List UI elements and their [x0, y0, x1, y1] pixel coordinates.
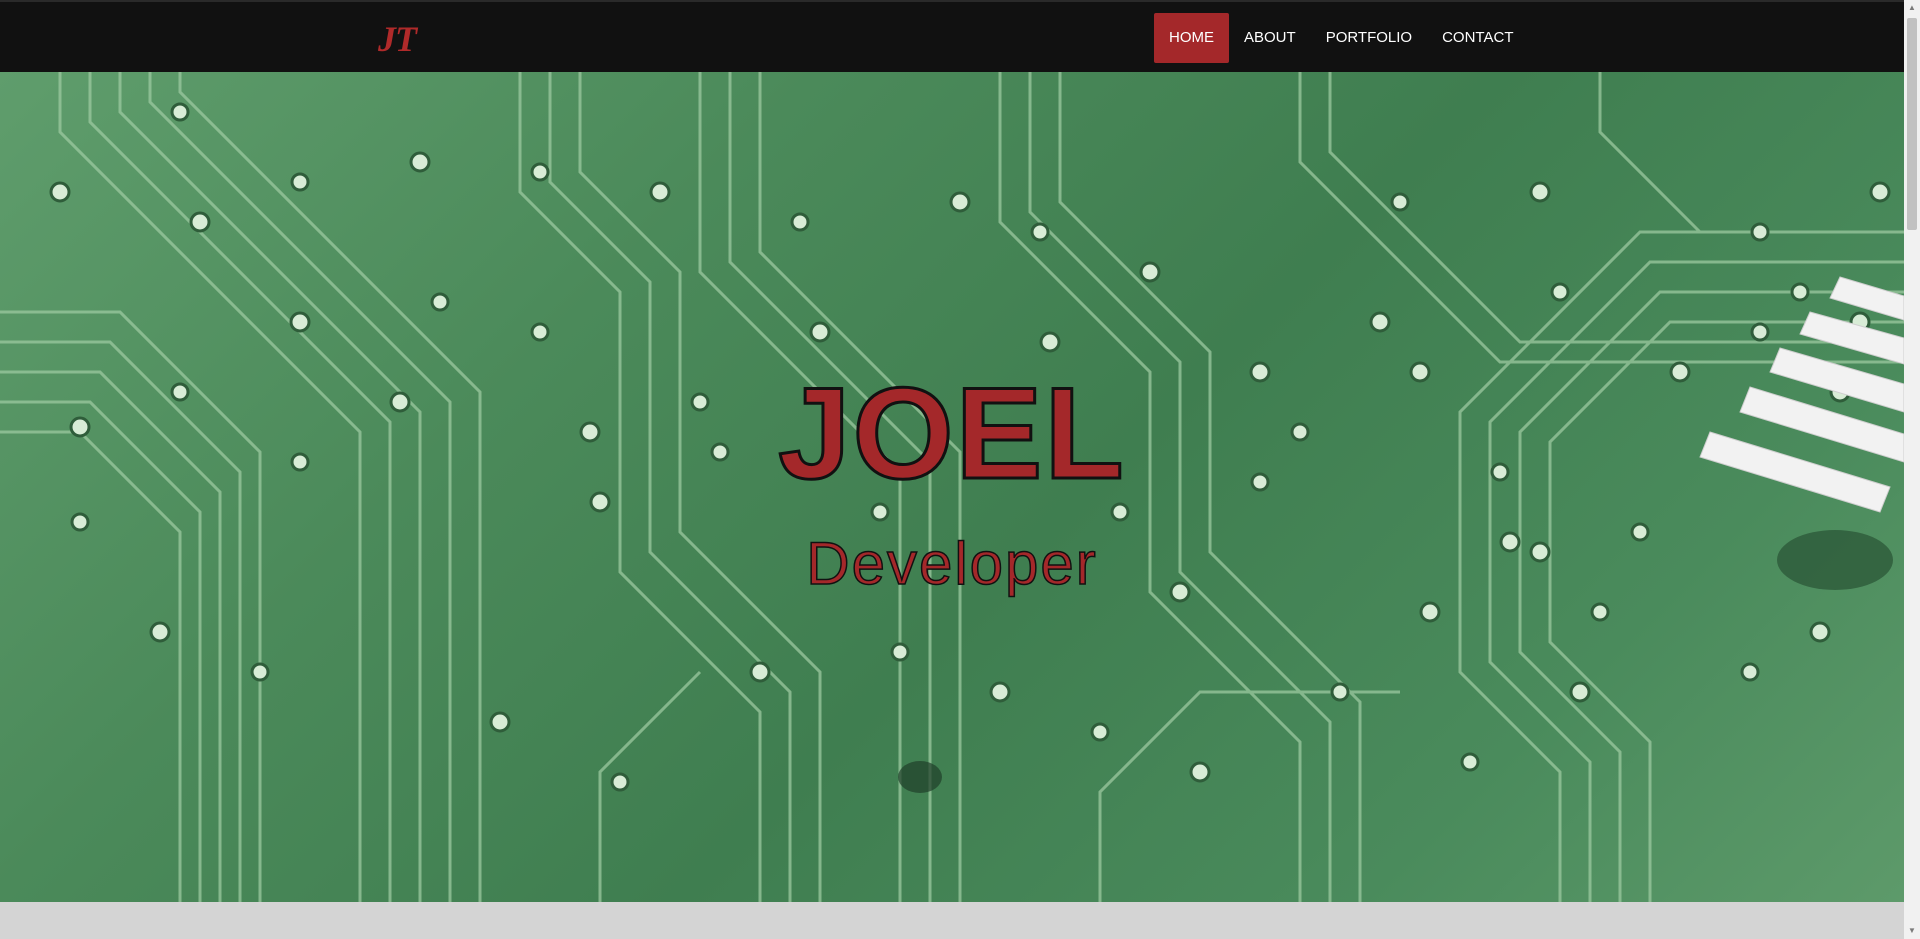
hero-subtitle: Developer: [806, 530, 1098, 597]
scrollbar-thumb[interactable]: [1907, 18, 1917, 230]
nav-portfolio[interactable]: PORTFOLIO: [1311, 13, 1427, 63]
nav-about[interactable]: ABOUT: [1229, 13, 1311, 63]
scroll-up-icon[interactable]: ▲: [1907, 3, 1917, 13]
page-scrollbar[interactable]: ▲ ▼: [1904, 0, 1920, 939]
nav-home[interactable]: HOME: [1154, 13, 1229, 63]
hero-section: JOEL Developer: [0, 72, 1904, 902]
hero-title: JOEL: [777, 360, 1126, 506]
navbar: JT HOME ABOUT PORTFOLIO CONTACT: [0, 0, 1904, 72]
brand-logo[interactable]: JT: [378, 18, 417, 60]
nav-menu: HOME ABOUT PORTFOLIO CONTACT: [1154, 13, 1528, 63]
nav-contact[interactable]: CONTACT: [1427, 13, 1528, 63]
scroll-down-icon[interactable]: ▼: [1907, 926, 1917, 936]
